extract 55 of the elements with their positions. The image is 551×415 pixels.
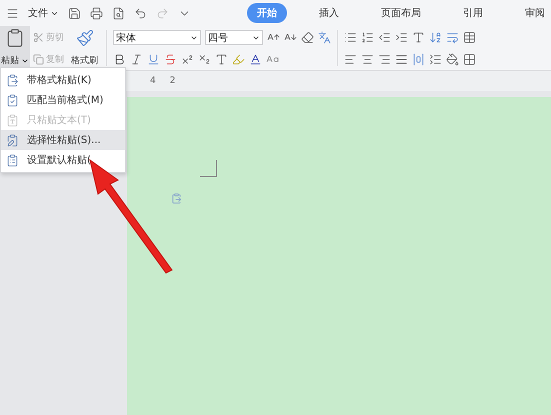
font-color-icon[interactable]: [249, 53, 262, 66]
italic-icon[interactable]: [130, 53, 143, 66]
phonetic-icon[interactable]: [318, 31, 331, 44]
ribbon-tab[interactable]: 审阅: [515, 3, 551, 23]
copy-icon: [33, 54, 44, 64]
ruler-number: 4: [150, 76, 156, 86]
increase-indent-icon[interactable]: [395, 30, 408, 44]
menu-icon[interactable]: [6, 6, 19, 20]
ribbon-tab[interactable]: 引用: [453, 3, 493, 23]
menu-item[interactable]: 选择性粘贴(S)...: [1, 130, 125, 150]
menu-item[interactable]: 匹配当前格式(M): [1, 90, 125, 110]
distribute-icon[interactable]: [412, 52, 425, 66]
clipboard-icon: [6, 134, 19, 146]
align-center-icon[interactable]: [361, 52, 374, 66]
clipboard-icon: [6, 114, 19, 126]
font-size-field[interactable]: 四号: [205, 30, 263, 45]
border-icon[interactable]: [463, 52, 476, 66]
paintbrush-icon: [76, 29, 94, 47]
preview-icon[interactable]: [112, 6, 125, 20]
menu-item[interactable]: 带格式粘贴(K): [1, 70, 125, 90]
superscript-icon[interactable]: [181, 53, 194, 66]
align-right-icon[interactable]: [378, 52, 391, 66]
print-icon[interactable]: [90, 6, 103, 20]
eraser-icon[interactable]: [301, 31, 314, 44]
save-icon[interactable]: [68, 6, 81, 20]
clipboard-icon: [5, 28, 25, 48]
clipboard-icon: [6, 94, 19, 106]
wrap-icon[interactable]: [446, 30, 459, 44]
ruler-number: 2: [170, 76, 176, 86]
ribbon-tab[interactable]: 页面布局: [371, 3, 431, 23]
scissors-icon: [33, 32, 44, 42]
table-icon[interactable]: [463, 30, 476, 44]
shading-icon[interactable]: [446, 52, 459, 66]
clipboard-icon: [6, 74, 19, 86]
paste-button[interactable]: 粘贴: [0, 26, 30, 70]
strikethrough-icon[interactable]: [164, 53, 177, 66]
line-spacing-icon[interactable]: [429, 52, 442, 66]
menu-item[interactable]: 设置默认粘贴(: [1, 150, 125, 170]
format-painter-button[interactable]: 格式刷: [67, 26, 102, 70]
text-effect-icon[interactable]: [215, 53, 228, 66]
font-family-field[interactable]: 宋体: [113, 30, 201, 45]
numbered-list-icon[interactable]: [361, 30, 374, 44]
clipboard-icon: [6, 154, 19, 166]
font-style-icon[interactable]: [412, 30, 425, 44]
sort-icon[interactable]: [429, 30, 442, 44]
file-menu[interactable]: 文件: [28, 6, 59, 20]
align-left-icon[interactable]: [344, 52, 357, 66]
underline-icon[interactable]: [147, 53, 160, 66]
undo-icon[interactable]: [134, 6, 147, 20]
justify-icon[interactable]: [395, 52, 408, 66]
ribbon-tab[interactable]: 插入: [309, 3, 349, 23]
margin-corner-icon: [200, 160, 217, 177]
subscript-icon[interactable]: [198, 53, 211, 66]
bold-icon[interactable]: [113, 53, 126, 66]
decrease-indent-icon[interactable]: [378, 30, 391, 44]
